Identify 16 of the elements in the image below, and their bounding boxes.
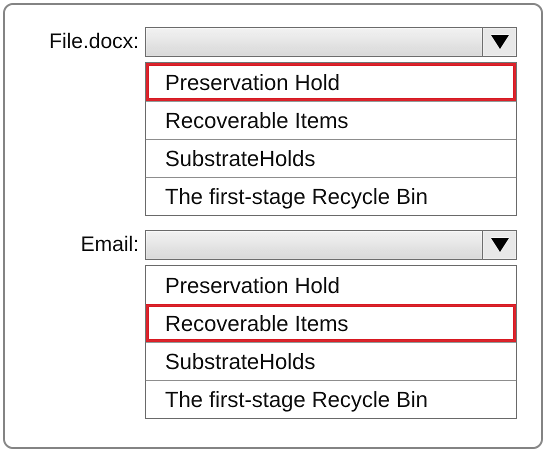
caret-icon bbox=[490, 238, 508, 252]
list-option[interactable]: The first-stage Recycle Bin bbox=[146, 177, 516, 215]
list-option[interactable]: SubstrateHolds bbox=[146, 342, 516, 380]
dropdown[interactable] bbox=[145, 27, 517, 57]
dropdown-button[interactable] bbox=[482, 231, 516, 259]
list-option[interactable]: Recoverable Items bbox=[146, 101, 516, 139]
dropdown-button[interactable] bbox=[482, 28, 516, 56]
list-option[interactable]: SubstrateHolds bbox=[146, 139, 516, 177]
field-label: Email: bbox=[80, 232, 139, 258]
list-option[interactable]: Preservation Hold bbox=[146, 266, 516, 304]
caret-icon bbox=[490, 35, 508, 49]
field-label: File.docx: bbox=[49, 29, 139, 55]
list-option[interactable]: The first-stage Recycle Bin bbox=[146, 380, 516, 418]
dropdown[interactable] bbox=[145, 230, 517, 260]
list-option[interactable]: Recoverable Items bbox=[146, 304, 516, 342]
list-option[interactable]: Preservation Hold bbox=[146, 63, 516, 101]
